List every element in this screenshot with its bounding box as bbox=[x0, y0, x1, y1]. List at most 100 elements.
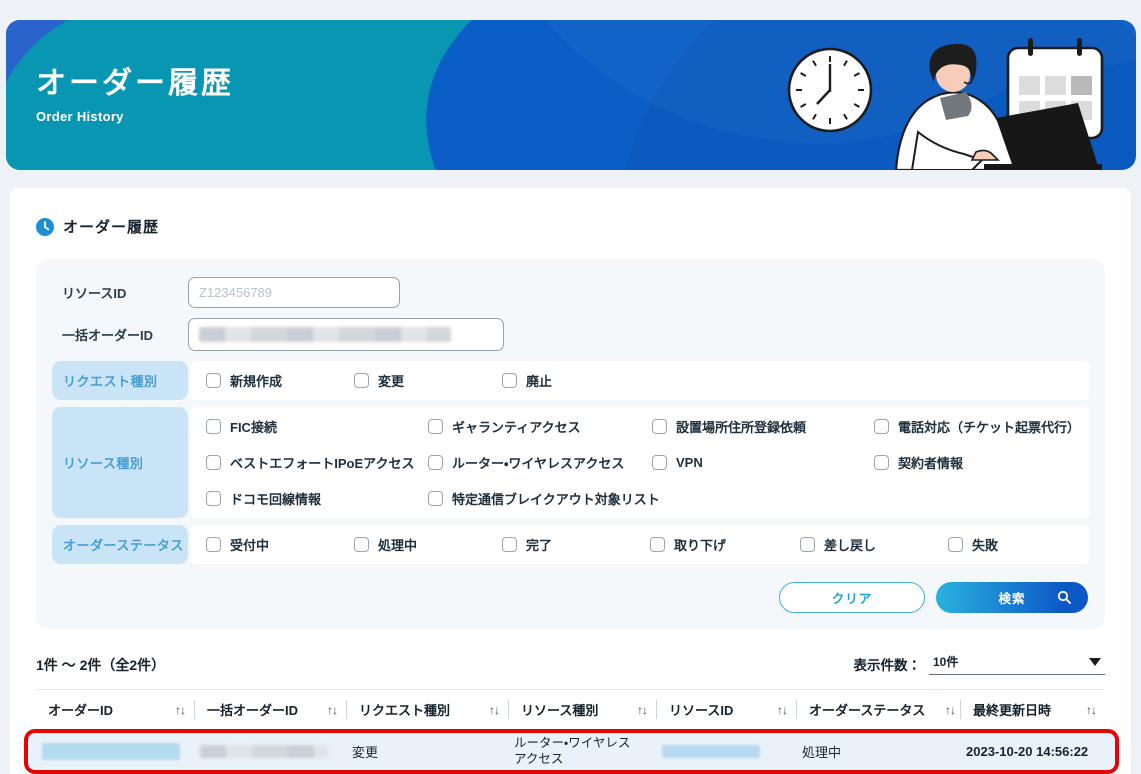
bulk-order-id-input[interactable] bbox=[188, 318, 504, 351]
checkbox-label: FIC接続 bbox=[230, 417, 277, 436]
cell-last-updated: 2023-10-20 14:56:22 bbox=[952, 744, 1115, 759]
checkbox-resource-router-wireless[interactable]: ルーター・ワイヤレスアクセス bbox=[428, 453, 652, 472]
checkbox-icon bbox=[206, 455, 221, 470]
table-header: オーダーID ↑↓ 一括オーダーID ↑↓ リクエスト種別 ↑↓ リソース種別 … bbox=[36, 689, 1105, 728]
checkbox-icon bbox=[206, 419, 221, 434]
checkbox-icon bbox=[502, 537, 517, 552]
checkbox-status-complete[interactable]: 完了 bbox=[502, 535, 650, 554]
resource-type-options: FIC接続 ギャランティアクセス 設置場所住所登録依頼 電話対応（チケット起票代… bbox=[191, 407, 1089, 518]
order-status-options: 受付中 処理中 完了 取り下げ bbox=[191, 525, 1089, 564]
cell-resource-id bbox=[648, 745, 788, 758]
checkbox-status-withdrawn[interactable]: 取り下げ bbox=[650, 535, 800, 554]
search-button[interactable]: 検索 bbox=[936, 582, 1088, 613]
highlighted-row-annotation: 変更 ルーター・ワイヤレスアクセス 処理中 2023-10-20 14:56:2… bbox=[24, 729, 1119, 774]
checkbox-label: ドコモ回線情報 bbox=[230, 489, 321, 508]
checkbox-resource-guarantee[interactable]: ギャランティアクセス bbox=[428, 417, 652, 436]
request-type-options: 新規作成 変更 廃止 bbox=[191, 361, 1089, 400]
checkbox-icon bbox=[354, 537, 369, 552]
checkbox-label: VPN bbox=[676, 455, 703, 470]
section-header: オーダー履歴 bbox=[36, 216, 1105, 237]
checkbox-icon bbox=[874, 455, 889, 470]
checkbox-resource-install-address[interactable]: 設置場所住所登録依頼 bbox=[652, 417, 874, 436]
cell-order-status: 処理中 bbox=[788, 742, 952, 761]
checkbox-label: 設置場所住所登録依頼 bbox=[676, 417, 806, 436]
clear-button[interactable]: クリア bbox=[779, 582, 925, 613]
checkbox-status-processing[interactable]: 処理中 bbox=[354, 535, 502, 554]
main-content-card: オーダー履歴 リソースID 一括オーダーID リクエスト種別 新規作成 bbox=[10, 188, 1131, 774]
column-request-type: リクエスト種別 ↑↓ bbox=[346, 700, 508, 719]
column-order-status: オーダーステータス ↑↓ bbox=[796, 700, 960, 719]
checkbox-resource-docomo-line[interactable]: ドコモ回線情報 bbox=[206, 489, 428, 508]
form-actions: クリア 検索 bbox=[52, 582, 1089, 613]
checkbox-label: 処理中 bbox=[378, 535, 417, 554]
bulk-order-id-label: 一括オーダーID bbox=[52, 325, 188, 344]
checkbox-resource-fic[interactable]: FIC接続 bbox=[206, 417, 428, 436]
sort-arrows-icon[interactable]: ↑↓ bbox=[777, 703, 787, 717]
resource-id-label: リソースID bbox=[52, 283, 188, 302]
checkbox-icon bbox=[948, 537, 963, 552]
resource-id-input[interactable] bbox=[188, 277, 400, 308]
redacted-value bbox=[199, 327, 451, 342]
cell-resource-type: ルーター・ワイヤレスアクセス bbox=[500, 735, 648, 768]
checkbox-request-change[interactable]: 変更 bbox=[354, 371, 502, 390]
checkbox-resource-ipoe[interactable]: ベストエフォートIPoEアクセス bbox=[206, 453, 428, 472]
sort-arrows-icon[interactable]: ↑↓ bbox=[637, 703, 647, 717]
checkbox-status-accepting[interactable]: 受付中 bbox=[206, 535, 354, 554]
redacted-order-id-link[interactable] bbox=[42, 743, 180, 760]
checkbox-request-new[interactable]: 新規作成 bbox=[206, 371, 354, 390]
results-bar: 1件 ～ 2件（全2件） 表示件数： 10件 bbox=[36, 653, 1105, 675]
checkbox-status-failed[interactable]: 失敗 bbox=[948, 535, 1048, 554]
column-resource-id: リソースID ↑↓ bbox=[656, 700, 796, 719]
search-icon bbox=[1057, 590, 1071, 604]
checkbox-icon bbox=[206, 491, 221, 506]
checkbox-label: 電話対応（チケット起票代行） bbox=[898, 417, 1080, 436]
redacted-value bbox=[662, 745, 760, 758]
column-label: 一括オーダーID bbox=[207, 700, 298, 719]
page-size-control: 表示件数： 10件 bbox=[854, 653, 1106, 675]
request-type-label: リクエスト種別 bbox=[52, 361, 188, 400]
order-status-row: オーダーステータス 受付中 処理中 完了 bbox=[52, 525, 1089, 564]
result-count: 1件 ～ 2件（全2件） bbox=[36, 655, 165, 675]
checkbox-status-returned[interactable]: 差し戻し bbox=[800, 535, 948, 554]
clock-icon bbox=[36, 218, 54, 236]
checkbox-resource-contractor[interactable]: 契約者情報 bbox=[874, 453, 1089, 472]
sort-arrows-icon[interactable]: ↑↓ bbox=[489, 703, 499, 717]
checkbox-resource-breakout-list[interactable]: 特定通信ブレイクアウト対象リスト bbox=[428, 489, 652, 508]
checkbox-request-abolish[interactable]: 廃止 bbox=[502, 371, 650, 390]
sort-arrows-icon[interactable]: ↑↓ bbox=[1086, 703, 1096, 717]
checkbox-resource-vpn[interactable]: VPN bbox=[652, 453, 874, 472]
column-label: オーダーID bbox=[48, 700, 113, 719]
checkbox-label: 受付中 bbox=[230, 535, 269, 554]
checkbox-label: ベストエフォートIPoEアクセス bbox=[230, 453, 415, 472]
dropdown-arrow-icon bbox=[1089, 658, 1101, 666]
checkbox-label: 廃止 bbox=[526, 371, 552, 390]
checkbox-label: 変更 bbox=[378, 371, 404, 390]
resource-type-label: リソース種別 bbox=[52, 407, 188, 518]
checkbox-icon bbox=[354, 373, 369, 388]
page-size-value: 10件 bbox=[933, 653, 958, 670]
section-title: オーダー履歴 bbox=[63, 216, 159, 237]
checkbox-icon bbox=[206, 537, 221, 552]
column-order-id: オーダーID ↑↓ bbox=[36, 700, 194, 719]
cell-order-id[interactable] bbox=[28, 743, 186, 760]
checkbox-icon bbox=[428, 455, 443, 470]
column-last-updated: 最終更新日時 ↑↓ bbox=[960, 700, 1105, 719]
sort-arrows-icon[interactable]: ↑↓ bbox=[945, 703, 955, 717]
search-button-label: 検索 bbox=[998, 588, 1025, 607]
sort-arrows-icon[interactable]: ↑↓ bbox=[175, 703, 185, 717]
column-resource-type: リソース種別 ↑↓ bbox=[508, 700, 656, 719]
order-status-label: オーダーステータス bbox=[52, 525, 188, 564]
checkbox-resource-phone-support[interactable]: 電話対応（チケット起票代行） bbox=[874, 417, 1089, 436]
search-filter-panel: リソースID 一括オーダーID リクエスト種別 新規作成 bbox=[36, 259, 1105, 629]
table-row[interactable]: 変更 ルーター・ワイヤレスアクセス 処理中 2023-10-20 14:56:2… bbox=[24, 729, 1119, 774]
checkbox-label: 差し戻し bbox=[824, 535, 876, 554]
column-label: リソース種別 bbox=[521, 700, 598, 719]
checkbox-label: 取り下げ bbox=[674, 535, 726, 554]
checkbox-label: 契約者情報 bbox=[898, 453, 963, 472]
checkbox-label: 失敗 bbox=[972, 535, 998, 554]
resource-type-value: ルーター・ワイヤレスアクセス bbox=[514, 735, 639, 768]
checkbox-icon bbox=[428, 491, 443, 506]
page-size-select[interactable]: 10件 bbox=[929, 653, 1105, 675]
bulk-order-id-row: 一括オーダーID bbox=[52, 318, 1089, 351]
sort-arrows-icon[interactable]: ↑↓ bbox=[327, 703, 337, 717]
